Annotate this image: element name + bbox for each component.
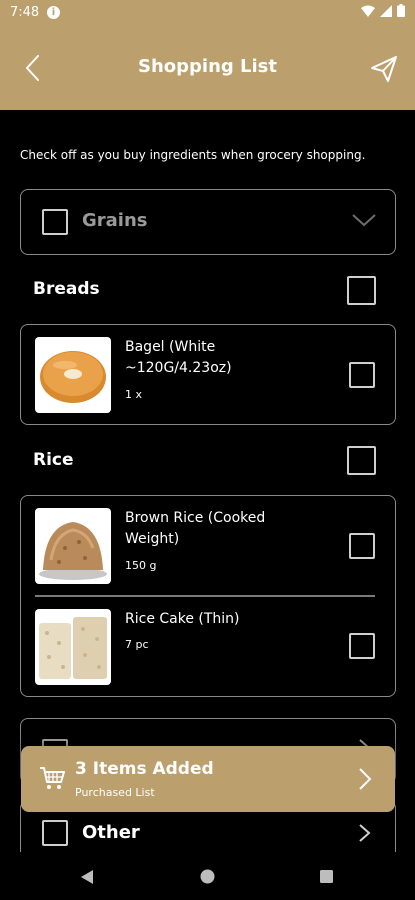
- item-name: Brown Rice (Cooked Weight): [125, 510, 266, 547]
- chevron-right-icon[interactable]: [353, 822, 375, 844]
- back-nav-icon[interactable]: [80, 869, 94, 885]
- purchased-list-bar[interactable]: 3 Items Added Purchased List: [21, 746, 395, 812]
- wifi-icon: [361, 5, 375, 17]
- bagel-icon: [40, 351, 106, 403]
- status-bar: 7:48 i: [0, 0, 415, 26]
- breads-list: Bagel (White ~120G/4.23oz) 1 x: [20, 324, 396, 425]
- instruction-text: Check off as you buy ingredients when gr…: [20, 148, 366, 162]
- item-checkbox[interactable]: [349, 633, 375, 659]
- grains-checkbox[interactable]: [42, 209, 68, 235]
- chevron-down-icon[interactable]: [351, 212, 377, 228]
- rice-section-checkbox[interactable]: [347, 446, 376, 475]
- section-title-rice: Rice: [33, 450, 74, 470]
- item-qty: 7 pc: [125, 638, 149, 651]
- divider: [35, 595, 375, 597]
- section-title-breads: Breads: [33, 279, 100, 299]
- status-icons: [361, 4, 405, 17]
- item-qty: 150 g: [125, 559, 157, 572]
- rice-cake-image: [35, 609, 111, 685]
- rice-list: Brown Rice (Cooked Weight) 150 g Rice Ca…: [20, 495, 396, 697]
- app-header: Shopping List: [0, 26, 415, 110]
- bagel-image: [35, 337, 111, 413]
- signal-icon: [380, 4, 392, 17]
- other-checkbox[interactable]: [42, 820, 68, 846]
- category-label: Other: [82, 822, 140, 843]
- breads-section-checkbox[interactable]: [347, 276, 376, 305]
- page-title: Shopping List: [137, 56, 277, 77]
- item-name: Rice Cake (Thin): [125, 611, 240, 627]
- purchase-title: 3 Items Added: [75, 759, 214, 779]
- category-label: Grains: [82, 210, 148, 231]
- chevron-right-icon: [359, 768, 372, 790]
- home-nav-icon[interactable]: [200, 869, 215, 884]
- info-icon: i: [47, 6, 60, 19]
- battery-icon: [397, 4, 405, 17]
- send-icon: [371, 56, 397, 82]
- purchase-subtitle: Purchased List: [75, 786, 155, 799]
- brown-rice-image: [35, 508, 111, 584]
- brown-rice-icon: [39, 522, 107, 580]
- recents-nav-icon[interactable]: [320, 870, 333, 883]
- share-button[interactable]: [369, 54, 399, 84]
- item-name: Bagel (White ~120G/4.23oz): [125, 339, 232, 376]
- category-grains[interactable]: Grains: [20, 189, 396, 255]
- status-time: 7:48: [10, 5, 40, 20]
- system-nav-bar: [0, 852, 415, 900]
- item-qty: 1 x: [125, 388, 143, 401]
- item-checkbox[interactable]: [349, 533, 375, 559]
- rice-cake-icon: [39, 617, 107, 679]
- cart-icon: [40, 767, 65, 789]
- item-checkbox[interactable]: [349, 362, 375, 388]
